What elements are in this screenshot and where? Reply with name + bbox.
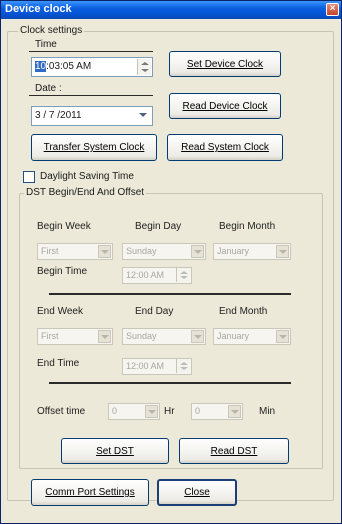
- chevron-down-icon[interactable]: [98, 330, 111, 343]
- close-button[interactable]: Close: [157, 479, 237, 506]
- hr-label: Hr: [164, 406, 175, 417]
- comm-port-settings-button[interactable]: Comm Port Settings: [31, 479, 149, 506]
- end-time-value: 12:00 AM: [126, 361, 165, 371]
- transfer-system-clock-label: Transfer System Clock: [43, 142, 145, 153]
- read-dst-label: Read DST: [210, 445, 258, 457]
- date-label: Date :: [35, 83, 62, 94]
- date-divider: [29, 95, 153, 96]
- chevron-down-icon[interactable]: [145, 405, 158, 418]
- spin-down-icon[interactable]: [180, 367, 188, 370]
- time-rest-segment: :03:05 AM: [46, 61, 92, 72]
- read-device-clock-label: Read Device Clock: [182, 100, 268, 112]
- end-time-spinner[interactable]: [176, 359, 190, 373]
- offset-hour-dropdown[interactable]: 0: [108, 403, 160, 420]
- chevron-down-icon[interactable]: [276, 245, 289, 258]
- set-dst-label: Set DST: [96, 445, 134, 457]
- time-label: Time: [35, 39, 57, 50]
- device-clock-window: Device clock × Clock settings Time 10:03…: [0, 0, 342, 524]
- daylight-saving-label: Daylight Saving Time: [40, 171, 134, 182]
- chevron-down-icon[interactable]: [191, 330, 204, 343]
- time-hour-segment: 10: [35, 61, 47, 72]
- end-offset-divider: [49, 382, 291, 384]
- end-day-dropdown[interactable]: Sunday: [122, 328, 206, 345]
- spin-down-icon[interactable]: [141, 69, 149, 72]
- begin-time-label: Begin Time: [37, 266, 88, 277]
- begin-week-label: Begin Week: [37, 221, 91, 232]
- end-time-label: End Time: [37, 358, 80, 369]
- begin-day-dropdown[interactable]: Sunday: [122, 243, 206, 260]
- end-week-label: End Week: [37, 306, 83, 317]
- spin-up-icon[interactable]: [180, 271, 188, 274]
- read-dst-button[interactable]: Read DST: [179, 438, 289, 464]
- set-dst-button[interactable]: Set DST: [61, 438, 169, 464]
- read-system-clock-label: Read System Clock: [181, 142, 269, 153]
- offset-hour-value: 0: [112, 406, 118, 416]
- end-week-value: First: [41, 331, 59, 341]
- date-picker[interactable]: 3 / 7 /2011: [31, 106, 153, 126]
- time-spinner[interactable]: [137, 59, 151, 75]
- chevron-down-icon[interactable]: [98, 245, 111, 258]
- close-label: Close: [184, 487, 210, 498]
- end-month-label: End Month: [219, 306, 268, 317]
- time-input[interactable]: 10:03:05 AM: [31, 57, 153, 77]
- offset-min-value: 0: [195, 406, 201, 416]
- end-day-label: End Day: [135, 306, 174, 317]
- begin-time-spinner[interactable]: [176, 268, 190, 282]
- begin-day-value: Sunday: [126, 246, 157, 256]
- begin-time-input[interactable]: 12:00 AM: [122, 267, 192, 284]
- title-bar: Device clock ×: [1, 1, 341, 19]
- daylight-saving-checkbox[interactable]: [23, 171, 35, 183]
- end-month-value: January: [217, 331, 250, 341]
- begin-month-label: Begin Month: [219, 221, 276, 232]
- set-device-clock-label: Set Device Clock: [186, 58, 264, 70]
- begin-month-dropdown[interactable]: January: [213, 243, 291, 260]
- begin-month-value: January: [217, 246, 250, 256]
- end-time-input[interactable]: 12:00 AM: [122, 358, 192, 375]
- clock-settings-legend: Clock settings: [18, 25, 85, 36]
- begin-week-dropdown[interactable]: First: [37, 243, 113, 260]
- min-label: Min: [259, 406, 276, 417]
- spin-up-icon[interactable]: [180, 362, 188, 365]
- transfer-system-clock-button[interactable]: Transfer System Clock: [31, 134, 157, 161]
- chevron-down-icon[interactable]: [276, 330, 289, 343]
- spin-up-icon[interactable]: [141, 62, 149, 65]
- begin-day-label: Begin Day: [135, 221, 182, 232]
- chevron-down-icon[interactable]: [228, 405, 241, 418]
- spin-down-icon[interactable]: [180, 276, 188, 279]
- begin-end-divider: [49, 293, 291, 295]
- read-device-clock-button[interactable]: Read Device Clock: [169, 93, 281, 119]
- end-day-value: Sunday: [126, 331, 157, 341]
- chevron-down-icon[interactable]: [137, 109, 150, 122]
- date-value: 3 / 7 /2011: [35, 110, 82, 121]
- begin-week-value: First: [41, 246, 59, 256]
- chevron-down-icon[interactable]: [191, 245, 204, 258]
- set-device-clock-button[interactable]: Set Device Clock: [169, 51, 281, 77]
- close-icon[interactable]: ×: [326, 3, 339, 16]
- end-month-dropdown[interactable]: January: [213, 328, 291, 345]
- read-system-clock-button[interactable]: Read System Clock: [167, 134, 283, 161]
- dst-legend: DST Begin/End And Offset: [24, 187, 147, 198]
- offset-time-label: Offset time: [37, 406, 86, 417]
- time-divider: [29, 51, 153, 52]
- comm-port-settings-label: Comm Port Settings: [45, 487, 135, 498]
- offset-min-dropdown[interactable]: 0: [191, 403, 243, 420]
- begin-time-value: 12:00 AM: [126, 270, 165, 280]
- window-title: Device clock: [5, 3, 72, 15]
- end-week-dropdown[interactable]: First: [37, 328, 113, 345]
